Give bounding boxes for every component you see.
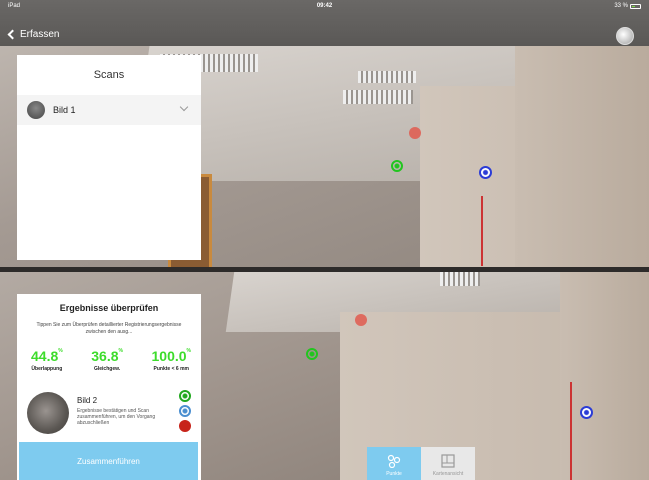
target-red[interactable] — [355, 314, 367, 326]
ceiling-lamp — [440, 272, 480, 286]
tab-map-view[interactable]: Kartenansicht — [421, 447, 475, 480]
tab-label: Kartenansicht — [432, 471, 464, 477]
battery-status: 33 % — [614, 3, 641, 9]
stat-value: 100.0 — [151, 348, 187, 364]
wall — [560, 272, 649, 480]
stat-points: 100.0% Punkte < 6 mm — [152, 348, 192, 372]
scans-panel: Scans Bild 1 — [17, 55, 201, 260]
back-button[interactable]: Erfassen — [7, 29, 60, 40]
stat-label: Überlappung — [31, 366, 63, 372]
target-icons — [179, 390, 191, 432]
stat-balance: 36.8% Gleichgew. — [91, 348, 123, 372]
scan-description: Ergebnisse bestätigen und Scan zusammenf… — [77, 408, 156, 426]
ceiling-lamp — [343, 90, 413, 104]
view-toggle: Punkte Kartenansicht — [367, 447, 475, 480]
stat-value: 36.8 — [91, 348, 119, 364]
stat-unit: % — [58, 348, 63, 354]
battery-icon — [630, 3, 641, 9]
stat-label: Punkte < 6 mm — [153, 366, 189, 372]
battery-percent: 33 % — [614, 3, 628, 9]
chevron-down-icon — [179, 102, 189, 112]
scan-label: Bild 1 — [53, 105, 76, 115]
red-target-icon[interactable] — [179, 420, 191, 432]
target-green[interactable] — [391, 160, 403, 172]
stat-unit: % — [186, 348, 191, 354]
ceiling-lamp — [358, 71, 416, 83]
stat-unit: % — [118, 348, 123, 354]
scan-dropdown[interactable]: Bild 1 — [17, 95, 201, 125]
target-blue[interactable] — [580, 406, 593, 419]
chevron-left-icon — [7, 29, 18, 40]
back-label: Erfassen — [20, 29, 60, 40]
blue-target-icon[interactable] — [179, 405, 191, 417]
scan-thumbnail — [27, 101, 45, 119]
results-description[interactable]: Tippen Sie zum Überprüfen detaillierter … — [31, 322, 187, 336]
tab-points[interactable]: Punkte — [367, 447, 421, 480]
status-time: 09:42 — [316, 3, 333, 9]
wall — [515, 46, 649, 267]
results-title: Ergebnisse überprüfen — [59, 303, 159, 313]
merge-button[interactable]: Zusammenführen — [19, 442, 198, 480]
target-green[interactable] — [306, 348, 318, 360]
stats-row: 44.8% Überlappung 36.8% Gleichgew. 100.0… — [31, 348, 191, 372]
profile-button[interactable] — [616, 27, 634, 45]
target-red[interactable] — [409, 127, 421, 139]
results-panel: Ergebnisse überprüfen Tippen Sie zum Übe… — [17, 294, 201, 480]
stat-value: 44.8 — [31, 348, 59, 364]
map-icon — [441, 454, 455, 468]
points-icon — [387, 454, 401, 468]
stat-label: Gleichgew. — [93, 366, 121, 372]
green-target-icon[interactable] — [179, 390, 191, 402]
marker-post — [481, 196, 483, 266]
scan-thumbnail — [27, 392, 69, 434]
scans-title: Scans — [93, 69, 125, 81]
marker-post — [570, 382, 572, 480]
stat-overlap: 44.8% Überlappung — [31, 348, 63, 372]
scan-title: Bild 2 — [77, 396, 98, 405]
navigation-bar: iPad 09:42 33 % Erfassen — [0, 0, 649, 46]
tab-label: Punkte — [386, 471, 402, 477]
target-blue[interactable] — [479, 166, 492, 179]
